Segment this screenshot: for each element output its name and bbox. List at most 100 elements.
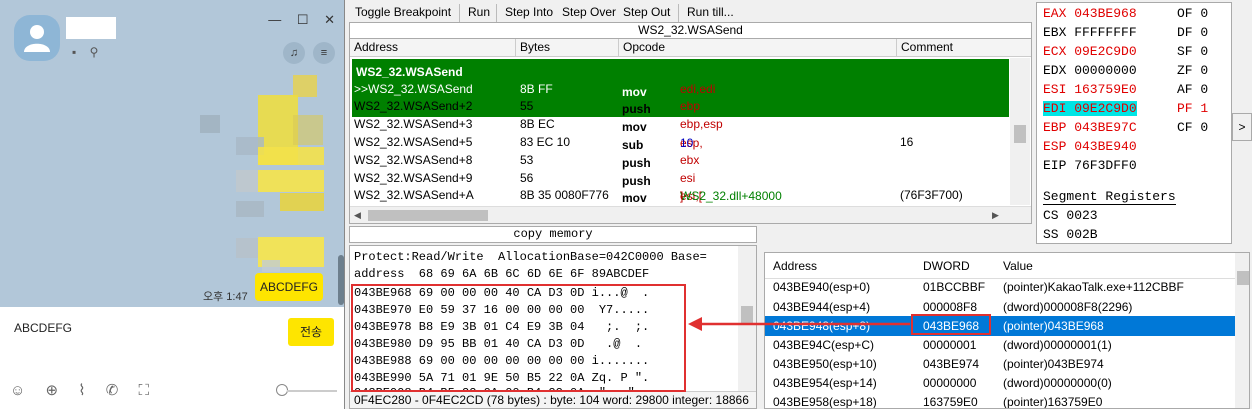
stack-row[interactable]: 043BE958(esp+18) 163759E0 (pointer)163759E… [765,392,1235,408]
run-button[interactable]: Run [468,5,490,19]
message-bubble[interactable]: ABCDEFG [255,273,323,301]
chat-window: ▪ ⚲ — ☐ ✕ ♫ ≡ 오후 1:47 ABCDEFG ABCDEFG 전송… [0,0,345,409]
stack-scrollbar[interactable] [1235,253,1249,408]
register-ss[interactable]: SS 002B [1043,227,1098,242]
emoji-icon[interactable]: ☺ [10,382,25,399]
flag-zf[interactable]: ZF 0 [1177,63,1208,78]
toggle-breakpoint-button[interactable]: Toggle Breakpoint [355,5,451,19]
redacted-block [258,170,324,192]
message-time: 오후 1:47 [203,291,248,303]
dump-scrollbar[interactable] [738,246,756,394]
col-bytes[interactable]: Bytes [520,40,550,54]
register-ebp[interactable]: EBP 043BE97C [1043,120,1137,135]
code-row[interactable]: WS2_32.WSASend+2 55 push ebp [350,98,1010,116]
disassembly-title: WS2_32.WSASend [349,22,1032,39]
redacted-block [200,115,220,133]
stack-row[interactable]: 043BE954(esp+14) 00000000 (dword)00000000(… [765,373,1235,393]
disassembly-hscroll[interactable]: ◀ ▶ [350,206,1031,223]
code-row[interactable]: WS2_32.WSASend+8 53 push ebx [350,152,1010,170]
col-comment[interactable]: Comment [901,40,953,54]
stack-row[interactable]: 043BE940(esp+0) 01BCCBBF (pointer)KakaoTal… [765,277,1235,297]
col-stack-dword[interactable]: DWORD [923,259,970,273]
col-stack-value[interactable]: Value [1003,259,1033,273]
col-stack-address[interactable]: Address [773,259,817,273]
capture-icon[interactable]: ⛶ [139,382,150,399]
run-till-button[interactable]: Run till... [687,5,734,19]
chat-toolbar: ☺ ⊕ ⌇ ✆ ⛶ [10,381,165,399]
hscroll-thumb[interactable] [368,210,488,221]
register-cs[interactable]: CS 0023 [1043,208,1098,223]
send-button[interactable]: 전송 [288,318,334,346]
redacted-block [236,201,264,217]
register-edx[interactable]: EDX 00000000 [1043,63,1137,78]
vscroll-thumb[interactable] [1014,125,1026,143]
flag-sf[interactable]: SF 0 [1177,44,1208,59]
code-row[interactable]: WS2_32.WSASend+A 8B 35 0080F776 mov esi,… [350,187,1010,205]
scroll-right-icon[interactable]: ▶ [992,210,999,221]
function-name: WS2_32.WSASend [356,65,463,79]
flag-df[interactable]: DF 0 [1177,25,1208,40]
redacted-block [293,75,317,97]
col-opcode[interactable]: Opcode [623,40,665,54]
register-edi[interactable]: EDI 09E2C9D0 [1043,101,1137,116]
disassembly-vscroll[interactable] [1010,58,1030,205]
chat-scrollbar[interactable] [338,255,344,305]
stack-row-selected[interactable]: 043BE948(esp+8) 043BE968 (pointer)043BE968 [765,316,1235,336]
scroll-left-icon[interactable]: ◀ [354,210,361,221]
flag-pf[interactable]: PF 1 [1177,101,1208,116]
flag-af[interactable]: AF 0 [1177,82,1208,97]
close-icon[interactable]: ✕ [324,12,335,27]
stack-header: Address DWORD Value [765,253,1235,279]
attach-icon[interactable]: ⌇ [78,382,85,399]
annotation-box-dump [351,284,686,392]
register-esi[interactable]: ESI 163759E0 [1043,82,1137,97]
disassembly-header: Address Bytes Opcode Comment [350,39,1031,57]
register-ecx[interactable]: ECX 09E2C9D0 [1043,44,1137,59]
code-row-current[interactable]: >>WS2_32.WSASend 8B FF mov edi,edi [350,81,1010,99]
avatar[interactable] [14,15,60,61]
redacted-block [236,170,260,192]
copy-memory-button[interactable]: copy memory [349,226,757,243]
expand-registers-button[interactable]: > [1232,113,1252,141]
chat-header: ▪ ⚲ — ☐ ✕ ♫ ≡ [0,0,344,75]
code-row[interactable]: WS2_32.WSASend+3 8B EC mov ebp,esp [350,116,1010,134]
call-icon[interactable]: ✆ [106,382,119,399]
flag-cf[interactable]: CF 0 [1177,120,1208,135]
register-esp[interactable]: ESP 043BE940 [1043,139,1137,154]
emoticon-icon[interactable]: ⊕ [46,382,59,399]
search-icon[interactable]: ⚲ [90,45,99,59]
register-ebx[interactable]: EBX FFFFFFFF [1043,25,1137,40]
code-row[interactable]: WS2_32.WSASend+9 56 push esi [350,170,1010,188]
volume-slider[interactable] [287,390,337,392]
dump-scroll-thumb[interactable] [741,306,753,324]
menu-icon[interactable]: ≡ [313,42,335,64]
chat-input-text[interactable]: ABCDEFG [14,321,72,335]
register-eax[interactable]: EAX 043BE968 [1043,6,1137,21]
col-address[interactable]: Address [354,40,398,54]
bell-icon[interactable]: ♫ [283,42,305,64]
register-eip[interactable]: EIP 76F3DFF0 [1043,158,1137,173]
step-out-button[interactable]: Step Out [623,5,670,19]
chat-title-redacted [66,17,116,39]
step-over-button[interactable]: Step Over [562,5,616,19]
redacted-block [236,238,258,258]
window-controls: — ☐ ✕ [256,12,335,28]
registers-panel: EAX 043BE968 EBX FFFFFFFF ECX 09E2C9D0 E… [1036,2,1232,244]
stack-row[interactable]: 043BE944(esp+4) 000008F8 (dword)000008F8(2… [765,297,1235,317]
dump-header: address 68 69 6A 6B 6C 6D 6E 6F 89ABCDEF [354,267,650,281]
stack-view: Address DWORD Value 043BE940(esp+0) 01BCC… [764,252,1250,409]
minimize-icon[interactable]: — [268,12,281,27]
dump-info: Protect:Read/Write AllocationBase=042C00… [354,250,707,264]
code-row[interactable]: WS2_32.WSASend+5 83 EC 10 sub esp, 10 16 [350,134,1010,152]
stack-scroll-thumb[interactable] [1237,271,1249,285]
dump-status-bar: 0F4EC280 - 0F4EC2CD (78 bytes) : byte: 1… [350,391,756,408]
flag-of[interactable]: OF 0 [1177,6,1208,21]
redacted-block [262,260,280,272]
stack-row[interactable]: 043BE94C(esp+C) 00000001 (dword)00000001(1… [765,335,1235,355]
stack-row[interactable]: 043BE950(esp+10) 043BE974 (pointer)043BE97… [765,354,1235,374]
step-into-button[interactable]: Step Into [505,5,553,19]
person-icon [24,25,50,52]
folder-icon[interactable]: ▪ [72,45,76,59]
redacted-block [280,193,324,211]
maximize-icon[interactable]: ☐ [297,12,309,27]
